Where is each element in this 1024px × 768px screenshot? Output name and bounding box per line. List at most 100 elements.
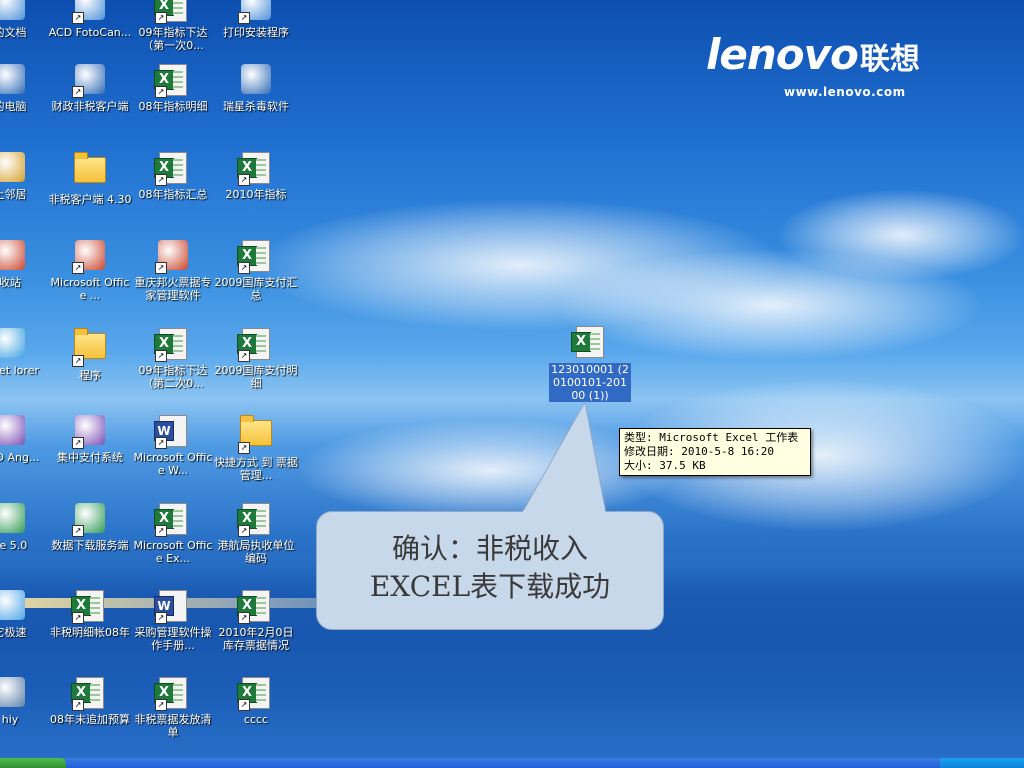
desktop-icon-label[interactable]: 收站 [0,276,52,289]
app-icon[interactable] [240,64,272,96]
folder-icon[interactable] [74,152,106,189]
excel-icon[interactable]: ↗ [237,677,272,711]
desktop-icon-label[interactable]: cccc [214,713,298,726]
desktop-icon-my-documents[interactable]: 的文档 [0,0,52,39]
app-icon[interactable]: ↗ [238,0,272,24]
desktop-icon-label[interactable]: Microsoft Office Ex... [131,539,215,565]
desktop-icon-label[interactable]: 快捷方式 到 票据管理... [214,456,298,482]
app-icon[interactable]: ↗ [72,415,106,449]
desktop-icon-ms-office-excel[interactable]: ↗ Microsoft Office Ex... [131,503,215,565]
excel-icon[interactable]: ↗ [71,677,106,711]
desktop-icon-xls-2010-target[interactable]: ↗ 2010年指标 [214,152,298,201]
excel-icon[interactable]: ↗ [71,590,106,624]
desktop-icon-speed-browser[interactable]: 它极速 [0,590,52,639]
desktop-icon-ms-office[interactable]: ↗ Microsoft Office ... [48,240,132,302]
desktop-icon-label[interactable]: ACD Ang... [0,451,52,464]
desktop-icon-label[interactable]: ACD FotoCan... [48,26,132,39]
desktop-icon-label[interactable]: 08年末追加预算 [48,713,132,726]
desktop-icon-label[interactable]: 的文档 [0,26,52,39]
desktop-icon-label[interactable]: 财政非税客户端 [48,100,132,113]
excel-icon[interactable]: ↗ [237,590,272,624]
desktop-icon-label[interactable]: 2010年2月0日库存票据情况 [214,626,298,652]
desktop-icon-delphi[interactable]: hiy [0,677,52,726]
desktop-icon-xls-09-target-2[interactable]: ↗ 09年指标下达（第二次0... [131,328,215,390]
app-icon[interactable]: ↗ [72,503,106,537]
app-icon[interactable] [0,590,26,622]
desktop-icon-xls-08-detail[interactable]: ↗ 08年指标明细 [131,64,215,113]
desktop-icon-xls-09-target-1[interactable]: ↗ 09年指标下达（第一次0... [131,0,215,52]
excel-icon[interactable]: ↗ [237,240,272,274]
desktop-icon-label[interactable]: 它极速 [0,626,52,639]
excel-icon[interactable]: ↗ [154,152,189,186]
desktop-icon-central-payment[interactable]: ↗ 集中支付系统 [48,415,132,464]
desktop-icon-internet-explorer[interactable]: ernet lorer [0,328,52,377]
excel-icon[interactable]: ↗ [154,328,189,362]
desktop-icon-label[interactable]: 2009国库支付明细 [214,364,298,390]
desktop-icon-xls-nontax-ticket-issue[interactable]: ↗ 非税票据发放清单 [131,677,215,739]
desktop-icon-ms-office-word[interactable]: ↗ Microsoft Office W... [131,415,215,477]
app-icon[interactable] [0,240,26,272]
desktop-icon-label[interactable]: 2010年指标 [214,188,298,201]
app-icon[interactable]: ↗ [72,0,106,24]
desktop-icon-xls-08-summary[interactable]: ↗ 08年指标汇总 [131,152,215,201]
desktop-icon-label[interactable]: 采购管理软件操作手册... [131,626,215,652]
excel-file-icon[interactable] [571,326,604,358]
app-icon[interactable] [0,64,26,96]
folder-icon[interactable]: ↗ [238,415,272,454]
desktop-icon-rising-antivirus[interactable]: 瑞星杀毒软件 [214,64,298,113]
desktop-icon-label[interactable]: ernet lorer [0,364,52,377]
desktop-icon-xls-cccc[interactable]: ↗ cccc [214,677,298,726]
excel-icon[interactable]: ↗ [154,503,189,537]
desktop-icon-xls-08-budget[interactable]: ↗ 08年末追加预算 [48,677,132,726]
desktop-icon-data-download-service[interactable]: ↗ 数据下载服务端 [48,503,132,552]
desktop-icon-acdsee-50[interactable]: ee 5.0 [0,503,52,552]
excel-icon[interactable]: ↗ [154,677,189,711]
desktop-icon-label[interactable]: 港航局执收单位编码 [214,539,298,565]
desktop-icon-network-places[interactable]: 上邻居 [0,152,52,201]
desktop-icon-label[interactable]: Microsoft Office ... [48,276,132,302]
desktop-icon-label[interactable]: ee 5.0 [0,539,52,552]
excel-icon[interactable]: ↗ [237,152,272,186]
desktop-icon-label[interactable]: 重庆邦火票据专家管理软件 [131,276,215,302]
app-icon[interactable]: ↗ [72,64,106,98]
desktop-icon-xls-port-bureau[interactable]: ↗ 港航局执收单位编码 [214,503,298,565]
desktop-icon-label[interactable]: 瑞星杀毒软件 [214,100,298,113]
excel-icon[interactable]: ↗ [237,503,272,537]
desktop-icon-label[interactable]: 的电脑 [0,100,52,113]
desktop-icon-label[interactable]: 2009国库支付汇总 [214,276,298,302]
excel-icon[interactable]: ↗ [237,328,272,362]
desktop-icon-label[interactable]: 08年指标明细 [131,100,215,113]
desktop-icon-fiscal-client[interactable]: ↗ 财政非税客户端 [48,64,132,113]
desktop-icon-label[interactable]: 集中支付系统 [48,451,132,464]
desktop-icon-recycle-bin[interactable]: 收站 [0,240,52,289]
desktop-icon-label[interactable]: 非税明细帐08年 [48,626,132,639]
app-icon[interactable]: ↗ [155,240,189,274]
desktop-icon-label[interactable]: 08年指标汇总 [131,188,215,201]
app-icon[interactable] [0,503,26,535]
desktop-icon-xls-2009-treasury-summary[interactable]: ↗ 2009国库支付汇总 [214,240,298,302]
app-icon[interactable] [0,328,26,360]
app-icon[interactable] [0,0,26,22]
system-tray[interactable] [940,758,1024,768]
desktop-icon-label[interactable]: 非税票据发放清单 [131,713,215,739]
desktop-icon-nontax-client-430[interactable]: 非税客户端 4.30 [48,152,132,206]
desktop-icon-my-computer[interactable]: 的电脑 [0,64,52,113]
taskbar[interactable] [0,758,1024,768]
desktop-icon-xls-nontax-ledger[interactable]: ↗ 非税明细帐08年 [48,590,132,639]
start-button[interactable] [0,758,66,768]
selected-file-label[interactable]: 123010001 (20100101-20100 (1)) [549,363,631,402]
selected-excel-file[interactable]: 123010001 (20100101-20100 (1)) [548,326,632,403]
word-icon[interactable]: ↗ [154,590,189,624]
desktop-icon-xls-2010-feb-inventory[interactable]: ↗ 2010年2月0日库存票据情况 [214,590,298,652]
desktop-icon-cq-ticket-system[interactable]: ↗ 重庆邦火票据专家管理软件 [131,240,215,302]
desktop-icon-xls-2009-treasury-detail[interactable]: ↗ 2009国库支付明细 [214,328,298,390]
desktop-icon-programs-folder[interactable]: ↗ 程序 [48,328,132,382]
desktop-icon-label[interactable]: 09年指标下达（第二次0... [131,364,215,390]
desktop-icon-label[interactable]: Microsoft Office W... [131,451,215,477]
excel-icon[interactable]: ↗ [154,64,189,98]
app-icon[interactable] [0,152,26,184]
desktop-icon-label[interactable]: 09年指标下达（第一次0... [131,26,215,52]
excel-icon[interactable]: ↗ [154,0,189,24]
app-icon[interactable] [0,415,26,447]
app-icon[interactable] [0,677,26,709]
